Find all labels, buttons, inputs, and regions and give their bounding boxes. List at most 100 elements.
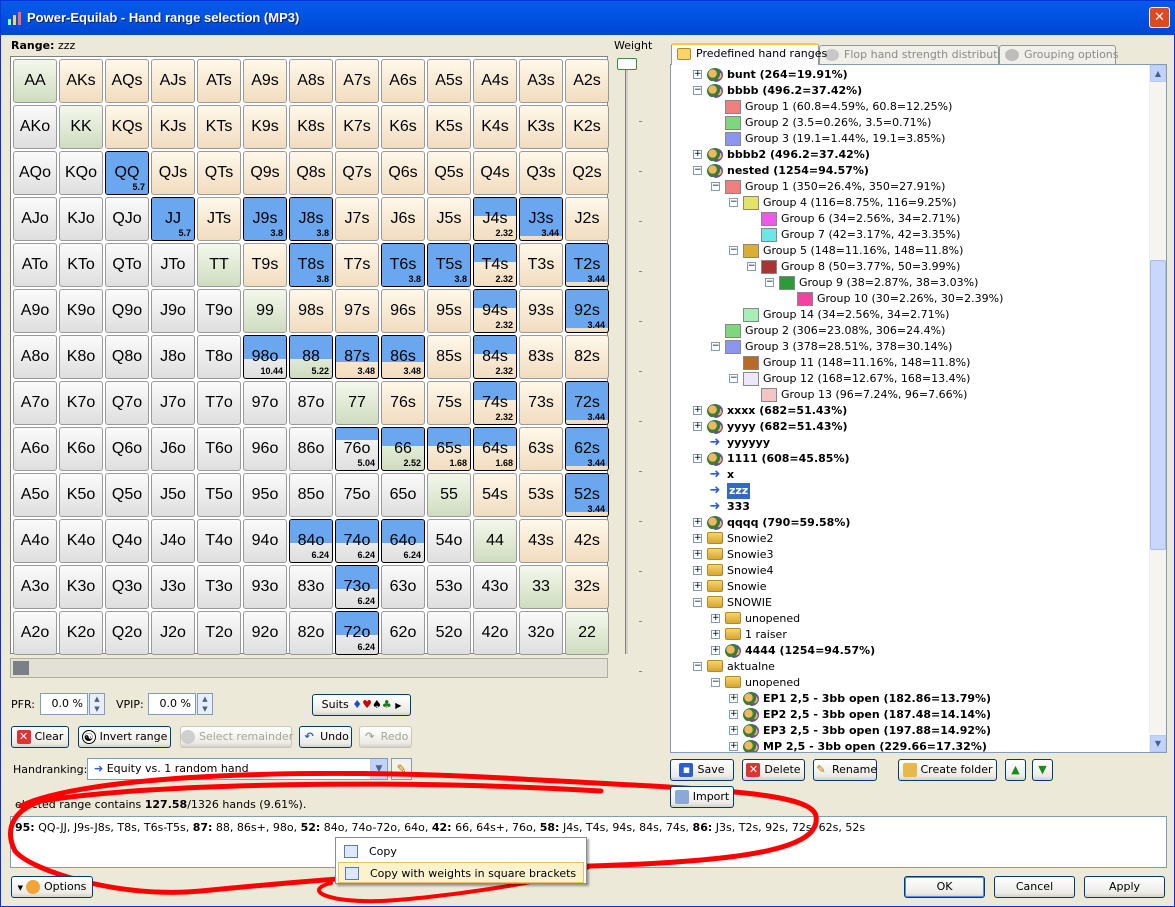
hand-cell[interactable]: K8o <box>59 335 103 379</box>
hand-cell[interactable]: A7o <box>13 381 57 425</box>
hand-cell[interactable]: J2o <box>151 611 195 655</box>
hand-cell[interactable]: 77 <box>335 381 379 425</box>
tab-predefined-hand-ranges[interactable]: Predefined hand ranges <box>671 43 827 65</box>
hand-cell[interactable]: 85s <box>427 335 471 379</box>
tab-flop-hand-strength[interactable]: Flop hand strength distribution <box>819 45 1014 65</box>
hand-cell[interactable]: 94o <box>243 519 287 563</box>
hand-cell[interactable]: 75s <box>427 381 471 425</box>
hand-cell[interactable]: T3s <box>519 243 563 287</box>
hand-cell[interactable]: J6s <box>381 197 425 241</box>
tree-node[interactable]: − Group 8 (50=3.77%, 50=3.99%) <box>671 259 1149 275</box>
hand-cell[interactable]: K8s <box>289 105 333 149</box>
collapse-icon[interactable]: − <box>693 166 702 175</box>
hand-cell[interactable]: 87s 3.48 <box>335 335 379 379</box>
hand-cell[interactable]: 74s 2.32 <box>473 381 517 425</box>
expand-icon[interactable]: + <box>693 518 702 527</box>
tree-node[interactable]: Group 2 (3.5=0.26%, 3.5=0.71%) <box>671 115 1149 131</box>
hand-cell[interactable]: A7s <box>335 59 379 103</box>
tree-node[interactable]: Group 11 (148=11.16%, 148=11.8%) <box>671 355 1149 371</box>
collapse-icon[interactable]: − <box>765 278 774 287</box>
hand-cell[interactable]: T6o <box>197 427 241 471</box>
clear-button[interactable]: ✕ Clear <box>11 726 69 748</box>
hand-cell[interactable]: 76o 5.04 <box>335 427 379 471</box>
hand-cell[interactable]: KTs <box>197 105 241 149</box>
grid-horizontal-slider[interactable] <box>10 658 608 678</box>
expand-icon[interactable]: + <box>693 406 702 415</box>
hand-cell[interactable]: 93s <box>519 289 563 333</box>
tree-node[interactable]: − Group 5 (148=11.16%, 148=11.8%) <box>671 243 1149 259</box>
hand-cell[interactable]: ATs <box>197 59 241 103</box>
hand-cell[interactable]: 64o 6.24 <box>381 519 425 563</box>
hand-cell[interactable]: AA <box>13 59 57 103</box>
hand-cell[interactable]: T5o <box>197 473 241 517</box>
hand-cell[interactable]: A3s <box>519 59 563 103</box>
hand-cell[interactable]: T9o <box>197 289 241 333</box>
hand-cell[interactable]: 86o <box>289 427 333 471</box>
hand-cell[interactable]: T8s 3.8 <box>289 243 333 287</box>
collapse-icon[interactable]: − <box>747 262 756 271</box>
tab-grouping-options[interactable]: Grouping options <box>999 45 1119 65</box>
hand-cell[interactable]: J8o <box>151 335 195 379</box>
tree-node[interactable]: + EP1 2,5 - 3bb open (182.86=13.79%) <box>671 691 1149 707</box>
hand-cell[interactable]: KK <box>59 105 103 149</box>
hand-cell[interactable]: 64s 1.68 <box>473 427 517 471</box>
hand-cell[interactable]: K7o <box>59 381 103 425</box>
tree-node[interactable]: − nested (1254=94.57%) <box>671 163 1149 179</box>
spin-down-icon[interactable]: ▼ <box>198 704 212 714</box>
hand-cell[interactable]: 43s <box>519 519 563 563</box>
hand-cell[interactable]: 83o <box>289 565 333 609</box>
collapse-icon[interactable]: − <box>693 662 702 671</box>
hand-cell[interactable]: Q2o <box>105 611 149 655</box>
hand-cell[interactable]: AJs <box>151 59 195 103</box>
hand-cell[interactable]: J7o <box>151 381 195 425</box>
hand-cell[interactable]: Q8s <box>289 151 333 195</box>
hand-cell[interactable]: K9s <box>243 105 287 149</box>
hand-cell[interactable]: T9s <box>243 243 287 287</box>
tree-node[interactable]: + Snowie4 <box>671 563 1149 579</box>
tree-node[interactable]: Group 1 (60.8=4.59%, 60.8=12.25%) <box>671 99 1149 115</box>
hand-cell[interactable]: 98o 10.44 <box>243 335 287 379</box>
expand-icon[interactable]: + <box>729 726 738 735</box>
apply-button[interactable]: Apply <box>1084 876 1165 898</box>
hand-cell[interactable]: K9o <box>59 289 103 333</box>
move-up-button[interactable]: ▲ <box>1005 759 1026 781</box>
hand-cell[interactable]: 63s <box>519 427 563 471</box>
hand-cell[interactable]: QJs <box>151 151 195 195</box>
hand-cell[interactable]: K5s <box>427 105 471 149</box>
hand-cell[interactable]: Q6o <box>105 427 149 471</box>
hand-cell[interactable]: 95s <box>427 289 471 333</box>
hand-cell[interactable]: A9s <box>243 59 287 103</box>
import-button[interactable]: Import <box>670 786 734 808</box>
tree-node[interactable]: +1111 (608=45.85%) <box>671 451 1149 467</box>
hand-cell[interactable]: K2s <box>565 105 609 149</box>
hand-cell[interactable]: AJo <box>13 197 57 241</box>
expand-icon[interactable]: + <box>693 422 702 431</box>
hand-cell[interactable]: QJo <box>105 197 149 241</box>
expand-icon[interactable]: + <box>693 534 702 543</box>
hand-cell[interactable]: 62o <box>381 611 425 655</box>
hand-cell[interactable]: 65s 1.68 <box>427 427 471 471</box>
collapse-icon[interactable]: − <box>693 86 702 95</box>
tree-node[interactable]: + Snowie <box>671 579 1149 595</box>
hand-cell[interactable]: J5o <box>151 473 195 517</box>
hand-cell[interactable]: A4o <box>13 519 57 563</box>
tree-node[interactable]: Group 2 (306=23.08%, 306=24.4%) <box>671 323 1149 339</box>
tree-node[interactable]: + bbbb2 (496.2=37.42%) <box>671 147 1149 163</box>
hand-cell[interactable]: 73s <box>519 381 563 425</box>
hand-cell[interactable]: J2s <box>565 197 609 241</box>
expand-icon[interactable]: + <box>711 646 720 655</box>
hand-cell[interactable]: J3s 3.44 <box>519 197 563 241</box>
hand-cell[interactable]: Q4s <box>473 151 517 195</box>
close-button[interactable]: ✕ <box>1149 7 1170 28</box>
hand-cell[interactable]: Q2s <box>565 151 609 195</box>
hand-cell[interactable]: T2s 3.44 <box>565 243 609 287</box>
tree-node[interactable]: − Group 4 (116=8.75%, 116=9.25%) <box>671 195 1149 211</box>
hand-cell[interactable]: J6o <box>151 427 195 471</box>
tree-node[interactable]: − Group 9 (38=2.87%, 38=3.03%) <box>671 275 1149 291</box>
hand-cell[interactable]: 99 <box>243 289 287 333</box>
weight-slider-track[interactable] <box>625 61 628 654</box>
hand-cell[interactable]: J7s <box>335 197 379 241</box>
hand-cell[interactable]: 52s 3.44 <box>565 473 609 517</box>
hand-cell[interactable]: 92o <box>243 611 287 655</box>
tree-node[interactable]: + yyyy (682=51.43%) <box>671 419 1149 435</box>
